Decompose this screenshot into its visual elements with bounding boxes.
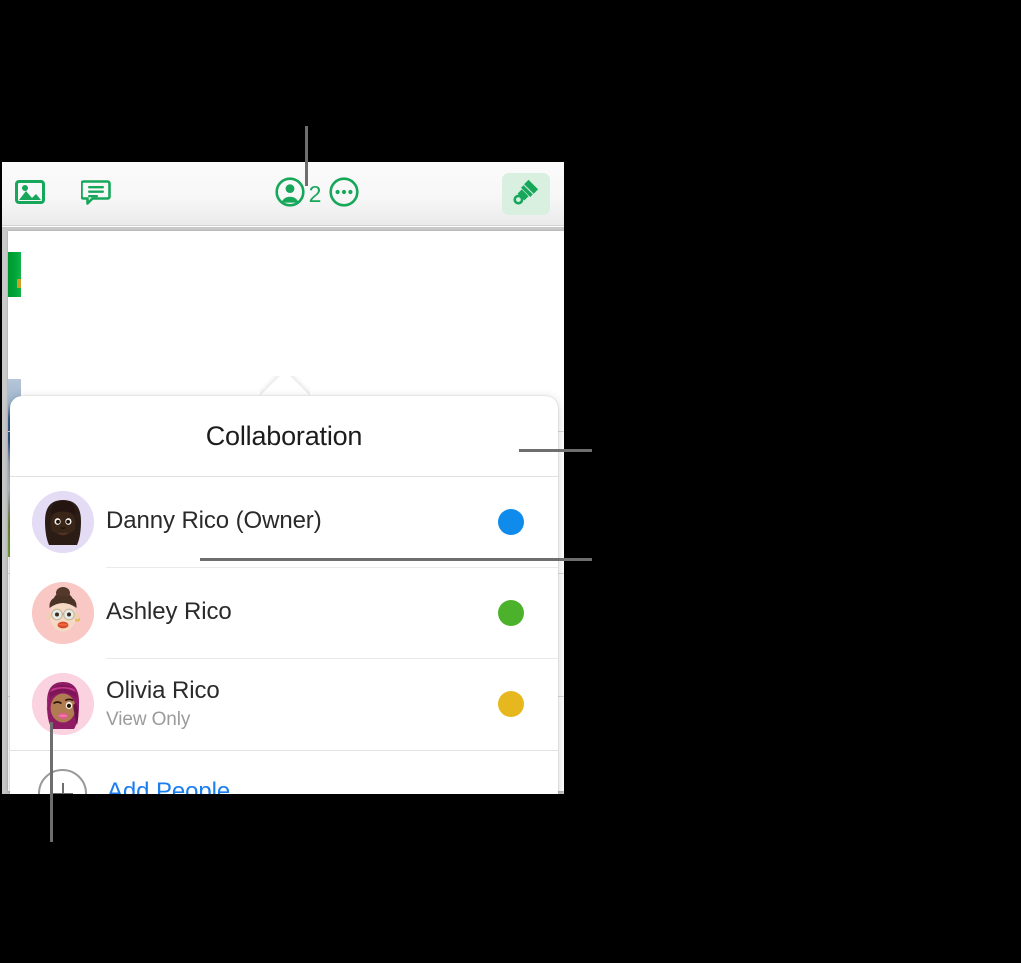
status-dot bbox=[498, 691, 524, 717]
person-circle-icon bbox=[274, 176, 305, 212]
person-name: Ashley Rico bbox=[106, 598, 232, 625]
person-name: Danny Rico (Owner) bbox=[106, 507, 322, 534]
document-green-accent bbox=[17, 279, 21, 288]
app-window: 2 Collaboration Danny Rico (Owner) Ashle… bbox=[2, 162, 564, 794]
collaboration-popover: Collaboration Danny Rico (Owner) Ashley … bbox=[10, 396, 558, 794]
memoji-danny-icon bbox=[32, 491, 94, 553]
more-ellipsis-icon bbox=[329, 176, 359, 212]
add-people-label: Add People bbox=[107, 778, 231, 794]
avatar bbox=[32, 673, 94, 735]
callout-line-status-dot bbox=[519, 449, 592, 452]
format-button[interactable] bbox=[502, 173, 550, 215]
callout-line-share-options bbox=[50, 722, 53, 842]
paintbrush-icon bbox=[511, 177, 541, 212]
image-icon bbox=[15, 179, 45, 209]
memoji-ashley-icon bbox=[32, 582, 94, 644]
add-people-row[interactable]: Add People bbox=[10, 751, 558, 794]
avatar bbox=[32, 491, 94, 553]
person-row[interactable]: Danny Rico (Owner) bbox=[10, 477, 558, 567]
comment-button[interactable] bbox=[76, 175, 116, 213]
status-dot bbox=[498, 509, 524, 535]
document-green-shape bbox=[8, 252, 21, 297]
avatar bbox=[32, 582, 94, 644]
person-row[interactable]: Ashley Rico bbox=[10, 568, 558, 658]
more-options-button[interactable] bbox=[324, 175, 364, 213]
collaborator-count: 2 bbox=[308, 180, 322, 207]
person-row[interactable]: Olivia Rico View Only bbox=[10, 659, 558, 749]
callout-line-collaborate-button bbox=[305, 126, 308, 186]
plus-circle-icon bbox=[38, 769, 87, 794]
memoji-olivia-icon bbox=[32, 673, 94, 735]
popover-title: Collaboration bbox=[205, 420, 363, 451]
insert-image-button[interactable] bbox=[10, 175, 50, 213]
popover-arrow bbox=[260, 376, 310, 398]
person-name: Olivia Rico bbox=[106, 677, 220, 704]
status-dot bbox=[498, 600, 524, 626]
comment-icon bbox=[80, 178, 111, 211]
toolbar: 2 bbox=[2, 162, 564, 226]
callout-line-view-only bbox=[200, 558, 592, 561]
person-access-label: View Only bbox=[106, 709, 191, 730]
